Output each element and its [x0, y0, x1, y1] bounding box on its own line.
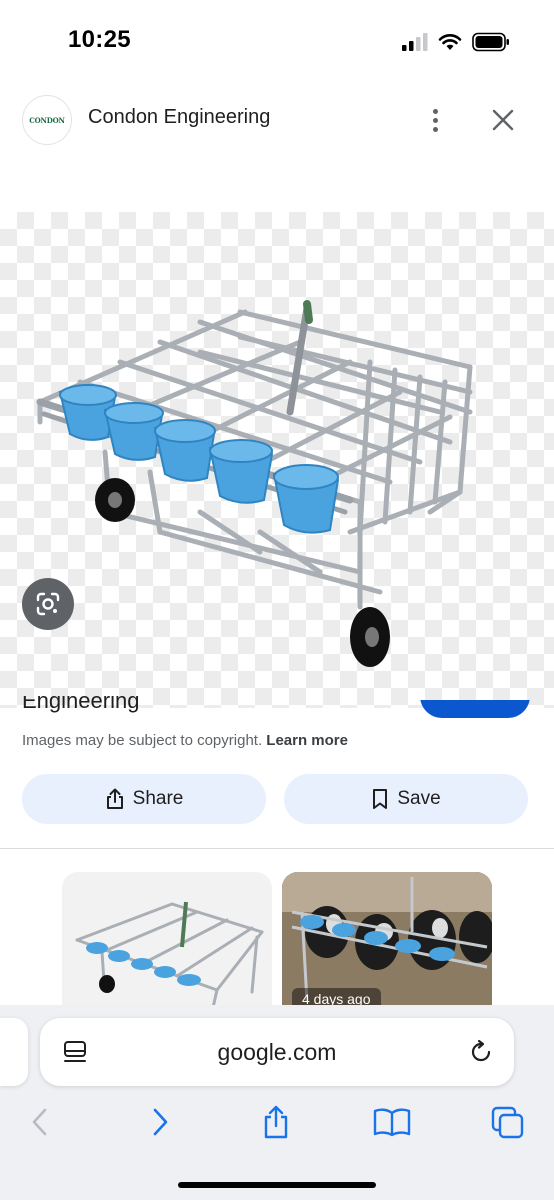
share-sheet-button[interactable] — [256, 1102, 296, 1142]
copyright-notice: Images may be subject to copyright. Lear… — [22, 732, 348, 749]
logo-text: CONDON — [29, 115, 65, 125]
bookmarks-button[interactable] — [372, 1102, 412, 1142]
bookmark-icon — [373, 789, 388, 809]
calf-feeding-cart-image — [36, 300, 473, 667]
more-icon — [432, 108, 438, 114]
back-button[interactable] — [20, 1102, 60, 1142]
source-header: CONDON Condon Engineering — [0, 88, 554, 152]
copyright-text: Images may be subject to copyright. — [22, 732, 263, 749]
image-title: Engineering — [22, 696, 402, 722]
previous-tab-peek[interactable] — [0, 1018, 28, 1086]
wifi-icon — [438, 34, 462, 50]
related-cart-thumbnail — [75, 901, 264, 1014]
related-image-2[interactable]: 4 days ago — [282, 872, 492, 1022]
forward-icon — [153, 1108, 168, 1136]
reload-icon[interactable] — [468, 1039, 494, 1065]
lens-icon — [36, 592, 60, 616]
battery-icon — [472, 32, 509, 52]
section-divider — [0, 848, 554, 849]
forward-button[interactable] — [140, 1102, 180, 1142]
close-icon — [492, 109, 514, 131]
more-options-button[interactable] — [418, 102, 452, 138]
back-icon — [32, 1108, 47, 1136]
close-button[interactable] — [486, 102, 520, 138]
share-icon — [106, 788, 123, 809]
site-logo[interactable]: CONDON — [22, 95, 72, 145]
share-sheet-icon — [264, 1105, 288, 1139]
site-name[interactable]: Condon Engineering — [88, 106, 270, 129]
visit-button[interactable] — [420, 700, 530, 720]
share-label: Share — [132, 788, 184, 809]
save-label: Save — [397, 788, 441, 809]
signal-icon — [402, 33, 428, 51]
status-icons — [402, 30, 510, 54]
main-image[interactable] — [0, 212, 554, 708]
save-button[interactable]: Save — [284, 774, 528, 824]
status-bar: 10:25 — [0, 0, 554, 80]
google-lens-button[interactable] — [22, 578, 74, 630]
home-indicator[interactable] — [178, 1182, 376, 1188]
tabs-button[interactable] — [488, 1102, 528, 1142]
learn-more-link[interactable]: Learn more — [266, 732, 348, 749]
image-title-text: Engineering — [22, 696, 140, 713]
tabs-icon — [491, 1106, 524, 1139]
related-image-1[interactable] — [62, 872, 272, 1022]
status-time: 10:25 — [68, 26, 131, 53]
bookmarks-icon — [373, 1108, 411, 1137]
browser-toolbar — [0, 1096, 554, 1146]
address-bar[interactable]: google.com — [40, 1018, 514, 1086]
share-button[interactable]: Share — [22, 774, 266, 824]
url-text: google.com — [217, 1039, 337, 1065]
